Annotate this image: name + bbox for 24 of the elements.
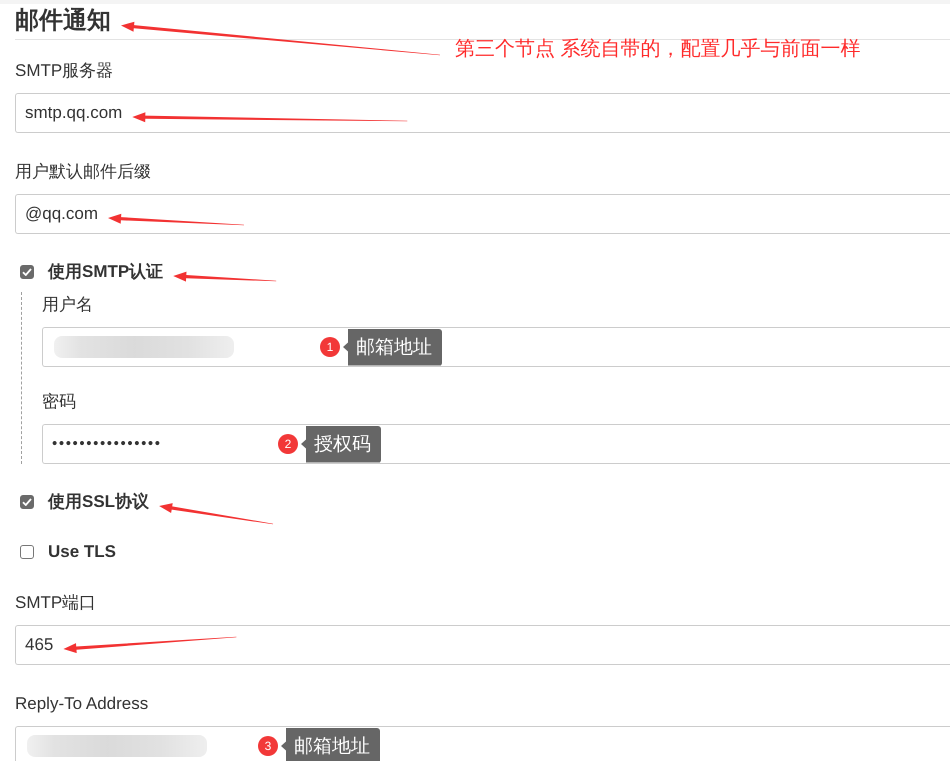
checkmark-icon [22,268,32,276]
input-field[interactable] [42,327,950,367]
input-field[interactable]: 465 [15,625,950,665]
input-field[interactable]: @qq.com [15,194,950,234]
checkbox[interactable] [20,545,34,559]
section-title: 邮件通知 [15,7,111,36]
checkbox-label[interactable]: 使用SMTP认证 [48,260,164,284]
checkbox[interactable] [20,265,34,279]
field-label: SMTP端口 [15,592,96,614]
checkbox-label[interactable]: 使用SSL协议 [48,490,150,514]
annotation-note: 第三个节点 系统自带的，配置几乎与前面一样 [455,37,861,61]
input-field[interactable] [15,726,950,761]
field-label: 用户名 [42,294,93,316]
tooltip: 邮箱地址 [281,728,380,761]
field-label: 用户默认邮件后缀 [15,161,151,183]
field-label: 密码 [42,391,76,413]
checkbox[interactable] [20,495,34,509]
tooltip: 授权码 [301,426,381,462]
field-label: SMTP服务器 [15,60,114,82]
input-field[interactable]: smtp.qq.com [15,93,950,133]
tooltip: 邮箱地址 [343,328,442,366]
checkmark-icon [22,498,32,506]
checkbox-label[interactable]: Use TLS [48,540,116,564]
field-label: Reply-To Address [15,693,148,715]
